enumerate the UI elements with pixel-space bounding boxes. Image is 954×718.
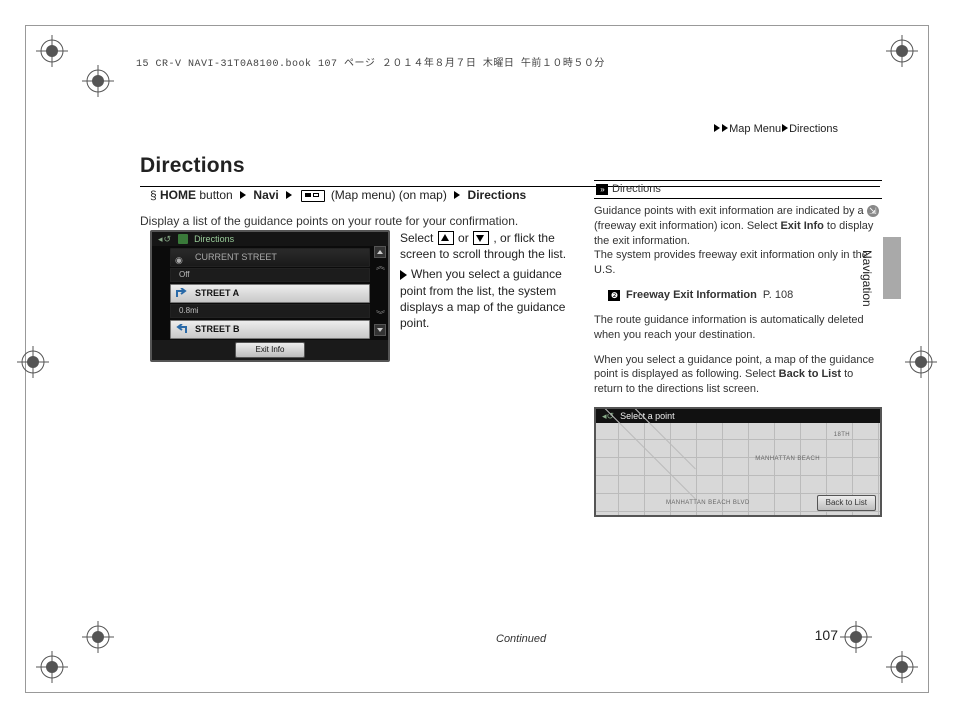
side-header: » Directions [594,180,882,199]
list-item-off: Off [170,268,370,282]
street-a-distance: 0.8mi [170,304,370,318]
back-icon: ◂↺ [158,233,172,245]
street-a-label: STREET A [195,288,239,298]
t2: or [458,231,472,245]
screenshot-footer: Exit Info [152,340,388,360]
p2: The system provides freeway exit informa… [594,249,868,276]
screenshot-map: ◂↺ Select a point 18TH MANHATTAN BEACH M… [594,407,882,517]
cross-reference: ❷ Freeway Exit Information P. 108 [608,288,882,303]
p1a: Guidance points with exit information ar… [594,205,867,217]
xref-title: Freeway Exit Information [626,288,757,303]
triangle-right-icon [454,191,460,199]
side-p4: When you select a guidance point, a map … [594,353,882,398]
register-mark [36,651,68,683]
navi-label: Navi [253,188,278,202]
nav-path: § HOME button Navi (Map menu) (on map) D… [150,187,526,203]
menu-desc: (Map menu) (on map) [331,188,447,202]
side-p1: Guidance points with exit information ar… [594,204,882,278]
map-label: MANHATTAN BEACH [755,455,820,463]
freeway-exit-icon: ⇲ [867,205,879,217]
exit-info-label: Exit Info [780,220,823,232]
back-to-list-button: Back to List [817,495,876,511]
register-mark [36,35,68,67]
continued-label: Continued [496,632,546,647]
register-mark [886,651,918,683]
book-metadata: 15 CR-V NAVI-31T0A8100.book 107 ページ ２０１４… [136,58,605,72]
instruction-text: Select or , or flick the screen to scrol… [400,230,580,331]
register-mark [840,621,872,653]
register-mark [82,621,114,653]
street-c-label: STREET C [195,360,240,362]
map-label: MANHATTAN BEACH BLVD [666,499,750,507]
triangle-right-icon [286,191,292,199]
side-column: » Directions Guidance points with exit i… [594,180,882,517]
home-label: HOME [160,188,196,202]
up-arrow-icon [438,231,454,245]
breadcrumb-a: Map Menu [729,123,781,135]
scroll-down-button [374,324,386,336]
triangle-right-icon [782,124,788,132]
list-item-street-a: STREET A [170,284,370,303]
screenshot-title: Directions [194,233,234,245]
xref-page: P. 108 [763,288,793,303]
breadcrumb: Map Menu Directions [713,122,838,137]
reference-icon: » [596,184,608,195]
current-street-label: CURRENT STREET [195,252,277,262]
list-item-current: ◉ CURRENT STREET [170,248,370,267]
section-tab: Navigation [856,242,878,315]
turn-left-icon [175,324,189,334]
screenshot-header: ◂↺ Directions [152,232,388,246]
route-icon: ◉ [175,252,189,262]
back-to-list-label: Back to List [779,368,841,380]
side-p3: The route guidance information is automa… [594,313,882,343]
street-b-label: STREET B [195,324,240,334]
directions-label: Directions [468,188,527,202]
turn-right-icon [175,288,189,298]
link-icon: ❷ [608,290,620,301]
register-mark [17,346,49,378]
scroll-up-button [374,246,386,258]
chevron-down-icon: ︾ [376,311,384,320]
section-tab-bar [883,237,901,299]
button-word: button [199,188,232,202]
scroll-control: ︽ ︾ [374,246,386,336]
screenshot-directions-list: ◂↺ Directions ◉ CURRENT STREET Off STREE… [150,230,390,362]
register-mark [905,346,937,378]
register-mark [82,65,114,97]
triangle-right-icon [240,191,246,199]
breadcrumb-b: Directions [789,123,838,135]
book-file: 15 CR-V NAVI-31T0A8100.book 107 ページ ２０１４… [136,59,605,70]
map-label: 18TH [834,431,850,439]
directions-icon [178,234,188,244]
triangle-right-icon [722,124,728,132]
t1: Select [400,231,437,245]
bullet-text: When you select a guidance point from th… [400,267,565,330]
p1b: (freeway exit information) icon. Select [594,220,780,232]
register-mark [886,35,918,67]
list-item-street-b: STREET B [170,320,370,339]
bullet-triangle-icon [400,270,407,280]
exit-info-button: Exit Info [235,342,306,358]
turn-right-icon [175,360,189,362]
triangle-right-icon [714,124,720,132]
home-icon: § [150,188,160,202]
map-menu-icon [301,190,325,202]
intro-text: Display a list of the guidance points on… [140,213,580,229]
page-number: 107 [815,626,838,645]
down-arrow-icon [473,231,489,245]
chevron-up-icon: ︽ [376,262,384,271]
side-title: Directions [612,182,661,197]
